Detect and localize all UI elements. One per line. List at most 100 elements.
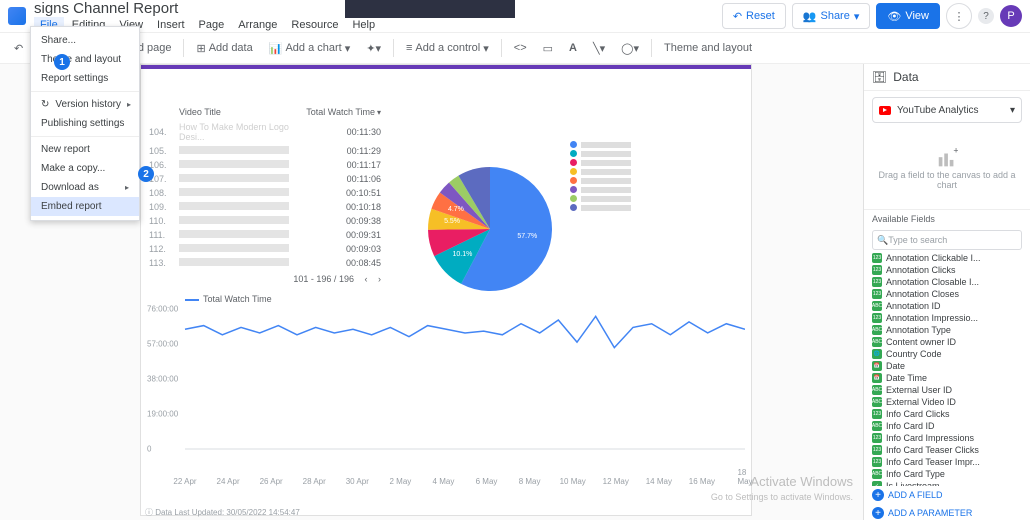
- undo-button[interactable]: ↶: [6, 37, 31, 59]
- line-button[interactable]: ╲▾: [585, 37, 613, 59]
- share-label: Share: [820, 10, 849, 22]
- field-item[interactable]: 123Annotation Closes: [864, 288, 1030, 300]
- reset-button[interactable]: ↶ Reset: [722, 3, 786, 29]
- table-row[interactable]: 113.00:08:45: [145, 256, 385, 270]
- field-item[interactable]: ABCExternal Video ID: [864, 396, 1030, 408]
- x-tick: 10 May: [560, 477, 586, 486]
- y-tick: 38:00:00: [147, 375, 178, 384]
- shape-button[interactable]: ◯▾: [613, 37, 647, 59]
- pager-prev[interactable]: ‹: [364, 274, 367, 284]
- file-menu-make-a-copy-[interactable]: Make a copy...: [31, 159, 139, 178]
- field-item[interactable]: 123Annotation Closable I...: [864, 276, 1030, 288]
- add-control-button[interactable]: ≡ Add a control ▾: [398, 37, 497, 59]
- share-button[interactable]: 👥 Share ▾: [792, 3, 871, 29]
- field-search[interactable]: 🔍 Type to search: [872, 230, 1022, 250]
- reset-label: Reset: [746, 10, 775, 22]
- field-item[interactable]: 123Info Card Impressions: [864, 432, 1030, 444]
- avatar[interactable]: P: [1000, 5, 1022, 27]
- menu-page[interactable]: Page: [193, 17, 231, 33]
- field-item[interactable]: ABCAnnotation Type: [864, 324, 1030, 336]
- legend-item: [570, 159, 631, 166]
- file-menu-report-settings[interactable]: Report settings: [31, 69, 139, 88]
- file-menu-download-as[interactable]: Download as: [31, 178, 139, 197]
- image-button[interactable]: ▭: [535, 37, 561, 59]
- video-table[interactable]: Video Title Total Watch Time 104.How To …: [145, 104, 385, 284]
- table-row[interactable]: 104.How To Make Modern Logo Desi...00:11…: [145, 120, 385, 144]
- table-row[interactable]: 105.00:11:29: [145, 144, 385, 158]
- table-row[interactable]: 110.00:09:38: [145, 214, 385, 228]
- datasource-select[interactable]: YouTube Analytics ▾: [872, 97, 1022, 123]
- more-options-button[interactable]: ⋮: [946, 3, 972, 29]
- add-field-button[interactable]: +ADD A FIELD: [864, 486, 1030, 504]
- field-item[interactable]: ABCInfo Card Type: [864, 468, 1030, 480]
- field-item[interactable]: ABCInfo Card ID: [864, 420, 1030, 432]
- table-pager: 101 - 196 / 196 ‹ ›: [145, 270, 385, 284]
- field-item[interactable]: 🌐Country Code: [864, 348, 1030, 360]
- toolbar: ↶ ↷ ↖ 📄 Add page ⊞ Add data 📊 Add a char…: [0, 33, 1030, 64]
- callout-2: 2: [138, 166, 154, 182]
- svg-text:5.5%: 5.5%: [444, 218, 460, 225]
- table-row[interactable]: 106.00:11:17: [145, 158, 385, 172]
- svg-text:10.1%: 10.1%: [452, 251, 472, 258]
- file-menu-new-report[interactable]: New report: [31, 140, 139, 159]
- data-panel: 🗄Data YouTube Analytics ▾ + Drag a field…: [863, 64, 1030, 520]
- available-fields-label: Available Fields: [864, 210, 1030, 228]
- add-data-button[interactable]: ⊞ Add data: [188, 37, 260, 59]
- field-item[interactable]: 📅Date Time: [864, 372, 1030, 384]
- field-item[interactable]: 123Info Card Clicks: [864, 408, 1030, 420]
- col-watch-time[interactable]: Total Watch Time: [302, 104, 385, 120]
- menu-help[interactable]: Help: [346, 17, 381, 33]
- table-row[interactable]: 111.00:09:31: [145, 228, 385, 242]
- field-item[interactable]: ABCExternal User ID: [864, 384, 1030, 396]
- db-icon: 🗄: [872, 70, 887, 84]
- file-menu-embed-report[interactable]: Embed report: [31, 197, 139, 216]
- legend-item: [570, 141, 631, 148]
- table-row[interactable]: 108.00:10:51: [145, 186, 385, 200]
- field-item[interactable]: 123Annotation Clicks: [864, 264, 1030, 276]
- field-item[interactable]: 📅Date: [864, 360, 1030, 372]
- x-tick: 6 May: [476, 477, 498, 486]
- menu-arrange[interactable]: Arrange: [232, 17, 283, 33]
- field-item[interactable]: 123Info Card Teaser Impr...: [864, 456, 1030, 468]
- file-menu-theme-and-layout[interactable]: Theme and layout: [31, 50, 139, 69]
- pager-next[interactable]: ›: [378, 274, 381, 284]
- help-badge[interactable]: ?: [978, 8, 994, 24]
- view-button[interactable]: 👁 View: [876, 3, 940, 29]
- add-chart-button[interactable]: 📊 Add a chart ▾: [261, 37, 359, 59]
- line-chart[interactable]: Total Watch Time 76:00:0057:00:0038:00:0…: [155, 304, 745, 474]
- svg-text:57.7%: 57.7%: [517, 233, 537, 240]
- legend-item: [570, 168, 631, 175]
- x-tick: 8 May: [519, 477, 541, 486]
- menu-insert[interactable]: Insert: [151, 17, 191, 33]
- field-item[interactable]: 123Annotation Clickable I...: [864, 252, 1030, 264]
- redaction-box: [345, 0, 515, 18]
- x-tick: 26 Apr: [260, 477, 283, 486]
- line-legend: Total Watch Time: [185, 294, 272, 304]
- table-row[interactable]: 109.00:10:18: [145, 200, 385, 214]
- file-menu-share-[interactable]: Share...: [31, 31, 139, 50]
- windows-watermark: Activate Windows Go to Settings to activ…: [711, 475, 853, 504]
- legend-item: [570, 186, 631, 193]
- community-viz-button[interactable]: ✦▾: [358, 37, 389, 59]
- field-item[interactable]: ABCAnnotation ID: [864, 300, 1030, 312]
- text-button[interactable]: A: [561, 37, 585, 59]
- field-item[interactable]: ABCContent owner ID: [864, 336, 1030, 348]
- file-menu-publishing-settings[interactable]: Publishing settings: [31, 114, 139, 133]
- field-item[interactable]: 123Annotation Impressio...: [864, 312, 1030, 324]
- pie-chart[interactable]: 57.7%10.1%5.5%4.7%: [420, 159, 560, 299]
- table-row[interactable]: 107.00:11:06: [145, 172, 385, 186]
- field-item[interactable]: 123Info Card Teaser Clicks: [864, 444, 1030, 456]
- view-label: View: [905, 10, 929, 22]
- drop-target[interactable]: + Drag a field to the canvas to add a ch…: [864, 129, 1030, 210]
- url-embed-button[interactable]: <>: [506, 37, 535, 59]
- app-logo-icon: [8, 7, 26, 25]
- menu-resource[interactable]: Resource: [285, 17, 344, 33]
- file-menu-version-history[interactable]: ↻Version history: [31, 95, 139, 114]
- x-tick: 22 Apr: [173, 477, 196, 486]
- file-menu: Share...Theme and layoutReport settings ↻…: [30, 26, 140, 221]
- pie-legend: [570, 139, 631, 213]
- add-parameter-button[interactable]: +ADD A PARAMETER: [864, 504, 1030, 520]
- table-row[interactable]: 112.00:09:03: [145, 242, 385, 256]
- theme-layout-button[interactable]: Theme and layout: [656, 37, 760, 59]
- col-video-title[interactable]: Video Title: [175, 104, 302, 120]
